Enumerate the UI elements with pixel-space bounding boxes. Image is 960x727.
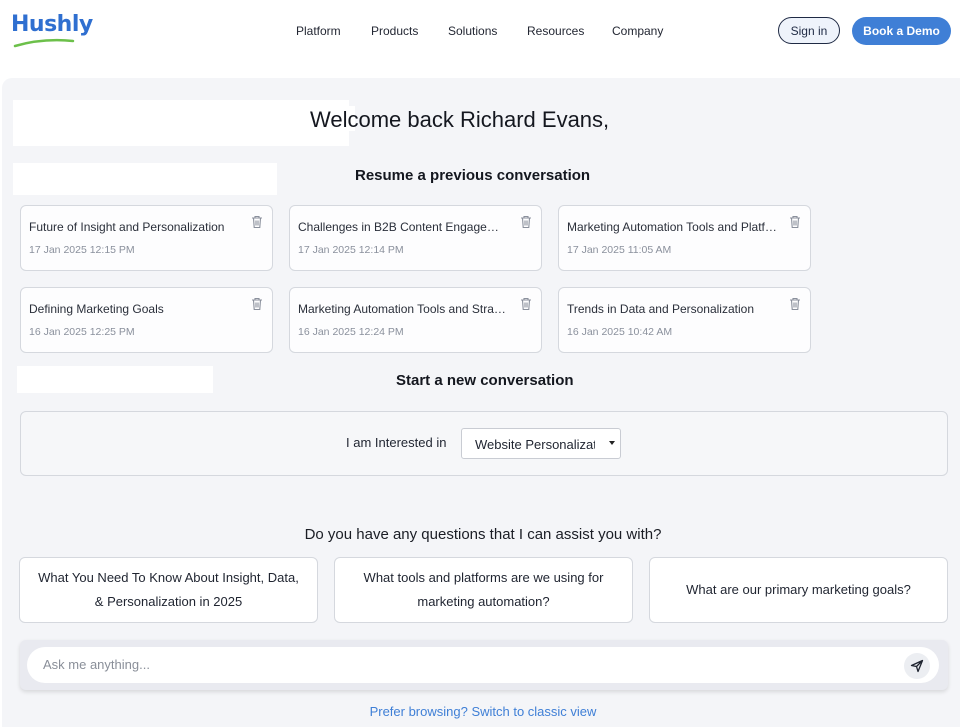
interest-label: I am Interested in [346,435,447,450]
interest-select[interactable]: Website Personalization [461,428,621,459]
caret-down-icon [609,441,615,445]
trash-icon[interactable] [520,297,532,311]
suggestion-card[interactable]: What are our primary marketing goals? [649,557,948,623]
send-icon [910,659,924,673]
suggestion-card[interactable]: What tools and platforms are we using fo… [334,557,633,623]
conversation-card[interactable]: Future of Insight and Personalization 17… [20,205,273,271]
trash-icon[interactable] [789,297,801,311]
conversation-date: 16 Jan 2025 12:25 PM [29,326,135,338]
conversation-card[interactable]: Marketing Automation Tools and Platforms… [558,205,811,271]
logo-swoosh-icon [13,38,75,48]
nav-platform[interactable]: Platform [296,23,371,39]
hushly-logo[interactable]: Hushly [11,12,93,48]
sign-in-button[interactable]: Sign in [778,17,840,44]
site-header: Hushly Platform Products Solutions Resou… [0,0,960,72]
book-demo-button[interactable]: Book a Demo [852,17,951,45]
trash-icon[interactable] [251,297,263,311]
main-nav: Platform Products Solutions Resources Co… [296,23,682,39]
trash-icon[interactable] [251,215,263,229]
suggestion-card[interactable]: What You Need To Know About Insight, Dat… [19,557,318,623]
nav-resources[interactable]: Resources [527,23,612,39]
trash-icon[interactable] [789,215,801,229]
conversation-title: Trends in Data and Personalization [567,302,754,316]
nav-products[interactable]: Products [371,23,448,39]
nav-company[interactable]: Company [612,23,682,39]
nav-solutions[interactable]: Solutions [448,23,527,39]
welcome-heading: Welcome back Richard Evans, [310,107,610,132]
conversation-date: 16 Jan 2025 12:24 PM [298,326,404,338]
interest-select-value: Website Personalization [475,437,595,452]
conversation-card[interactable]: Marketing Automation Tools and Strategie… [289,287,542,353]
conversation-title: Marketing Automation Tools and Strategie… [298,302,508,316]
blank-block [13,163,277,195]
conversation-card[interactable]: Trends in Data and Personalization 16 Ja… [558,287,811,353]
logo-wordmark: Hushly [11,12,93,37]
trash-icon[interactable] [520,215,532,229]
conversation-date: 17 Jan 2025 11:05 AM [567,244,672,256]
classic-view-link[interactable]: Prefer browsing? Switch to classic view [0,704,960,720]
ask-input[interactable] [27,647,939,683]
new-conversation-heading: Start a new conversation [396,372,574,389]
conversation-date: 17 Jan 2025 12:14 PM [298,244,404,256]
conversation-date: 16 Jan 2025 10:42 AM [567,326,673,338]
conversation-card[interactable]: Challenges in B2B Content Engagement 17 … [289,205,542,271]
conversation-title: Marketing Automation Tools and Platforms [567,220,777,234]
blank-block [17,366,213,393]
ask-placeholder: Ask me anything... [43,657,150,672]
send-button[interactable] [904,653,930,679]
conversation-title: Defining Marketing Goals [29,302,164,316]
conversation-date: 17 Jan 2025 12:15 PM [29,244,135,256]
conversation-title: Future of Insight and Personalization [29,220,225,234]
resume-heading: Resume a previous conversation [355,167,591,184]
conversation-card[interactable]: Defining Marketing Goals 16 Jan 2025 12:… [20,287,273,353]
conversation-title: Challenges in B2B Content Engagement [298,220,508,234]
question-heading: Do you have any questions that I can ass… [304,526,662,543]
